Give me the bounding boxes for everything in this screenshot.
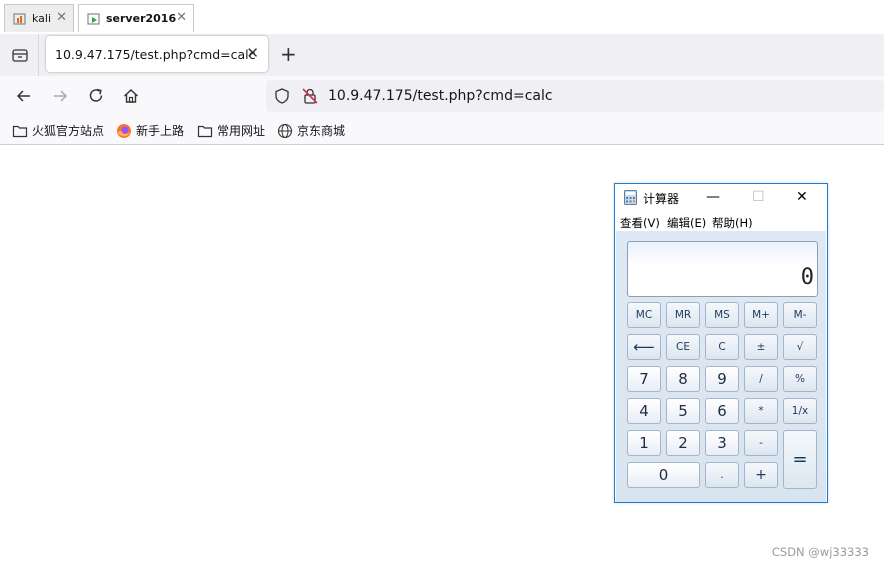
digit-0-button[interactable]: 0 (627, 462, 700, 488)
bookmark-item[interactable]: 常用网址 (197, 122, 265, 139)
digit-8-button[interactable]: 8 (666, 366, 700, 392)
bookmark-item[interactable]: 京东商城 (277, 122, 345, 139)
reciprocal-button[interactable]: 1/x (783, 398, 817, 424)
minimize-button[interactable]: — (706, 189, 720, 205)
plus-minus-button[interactable]: ± (744, 334, 778, 360)
digit-2-button[interactable]: 2 (666, 430, 700, 456)
ce-button[interactable]: CE (666, 334, 700, 360)
clear-button[interactable]: C (705, 334, 739, 360)
bookmark-label: 常用网址 (217, 124, 266, 138)
close-tab-icon[interactable]: ✕ (246, 45, 259, 62)
percent-button[interactable]: % (783, 366, 817, 392)
vm-tab-server2016[interactable]: server2016 ✕ (78, 4, 194, 32)
watermark: CSDN @wj33333 (771, 545, 869, 559)
bookmark-label: 新手上路 (136, 124, 185, 138)
bookmark-label: 火狐官方站点 (32, 124, 105, 138)
forward-icon[interactable] (50, 86, 70, 106)
home-icon[interactable] (121, 86, 141, 106)
browser-tab-active[interactable]: 10.9.47.175/test.php?cmd=calc ✕ (46, 36, 268, 72)
navigation-bar: 10.9.47.175/test.php?cmd=calc (0, 76, 884, 116)
digit-9-button[interactable]: 9 (705, 366, 739, 392)
bookmark-item[interactable]: 新手上路 (116, 122, 184, 139)
multiply-button[interactable]: * (744, 398, 778, 424)
close-button[interactable]: ✕ (796, 189, 808, 205)
backspace-button[interactable]: ⟵ (627, 334, 661, 360)
divide-button[interactable]: / (744, 366, 778, 392)
insecure-lock-icon[interactable] (301, 87, 319, 109)
globe-icon (277, 123, 293, 138)
bookmarks-toolbar: 火狐官方站点 新手上路 常用网址 京东商城 (0, 116, 884, 145)
back-icon[interactable] (14, 86, 34, 106)
decimal-button[interactable]: . (705, 462, 739, 488)
menu-bar: 查看(V) 编辑(E) 帮助(H) (615, 213, 827, 233)
list-all-tabs-icon[interactable] (10, 46, 30, 64)
reload-icon[interactable] (86, 86, 106, 106)
calculator-icon (624, 190, 637, 205)
digit-5-button[interactable]: 5 (666, 398, 700, 424)
menu-view[interactable]: 查看(V) (620, 215, 660, 231)
plus-button[interactable]: + (744, 462, 778, 488)
vm-icon (13, 12, 27, 26)
calculator-body: 0 MC MR MS M+ M- ⟵ CE C ± √ 7 8 9 / % 4 … (616, 231, 826, 502)
shield-icon[interactable] (273, 87, 291, 109)
sqrt-button[interactable]: √ (783, 334, 817, 360)
firefox-icon (117, 123, 131, 138)
digit-7-button[interactable]: 7 (627, 366, 661, 392)
close-icon[interactable]: ✕ (176, 11, 187, 25)
mc-button[interactable]: MC (627, 302, 661, 328)
m-plus-button[interactable]: M+ (744, 302, 778, 328)
digit-3-button[interactable]: 3 (705, 430, 739, 456)
close-icon[interactable]: ✕ (56, 11, 67, 25)
digit-4-button[interactable]: 4 (627, 398, 661, 424)
vm-tab-label: server2016 (106, 12, 177, 25)
url-text[interactable]: 10.9.47.175/test.php?cmd=calc (328, 88, 553, 104)
display: 0 (627, 241, 818, 297)
vm-running-icon (87, 12, 101, 26)
calculator-window: 计算器 — ☐ ✕ 查看(V) 编辑(E) 帮助(H) 0 MC MR MS M… (614, 183, 828, 503)
ms-button[interactable]: MS (705, 302, 739, 328)
tab-title: 10.9.47.175/test.php?cmd=calc (55, 46, 256, 62)
browser-tab-bar: 10.9.47.175/test.php?cmd=calc ✕ + (0, 34, 884, 76)
display-value: 0 (800, 265, 814, 290)
folder-icon (197, 125, 213, 137)
m-minus-button[interactable]: M- (783, 302, 817, 328)
menu-edit[interactable]: 编辑(E) (667, 215, 706, 231)
bookmark-item[interactable]: 火狐官方站点 (12, 122, 104, 139)
divider (38, 34, 39, 76)
maximize-button[interactable]: ☐ (752, 189, 765, 205)
digit-6-button[interactable]: 6 (705, 398, 739, 424)
digit-1-button[interactable]: 1 (627, 430, 661, 456)
vm-tab-kali[interactable]: kali ✕ (4, 4, 74, 32)
vm-tab-label: kali (32, 12, 52, 25)
vm-tab-strip: kali ✕ server2016 ✕ (0, 0, 884, 34)
title-bar[interactable]: 计算器 — ☐ ✕ (615, 184, 827, 212)
window-title: 计算器 (643, 192, 680, 206)
new-tab-button[interactable]: + (280, 43, 297, 65)
mr-button[interactable]: MR (666, 302, 700, 328)
menu-help[interactable]: 帮助(H) (712, 215, 753, 231)
bookmark-label: 京东商城 (297, 124, 346, 138)
equals-button[interactable]: = (783, 430, 817, 489)
minus-button[interactable]: - (744, 430, 778, 456)
url-bar[interactable]: 10.9.47.175/test.php?cmd=calc (266, 80, 884, 112)
folder-icon (12, 125, 28, 137)
